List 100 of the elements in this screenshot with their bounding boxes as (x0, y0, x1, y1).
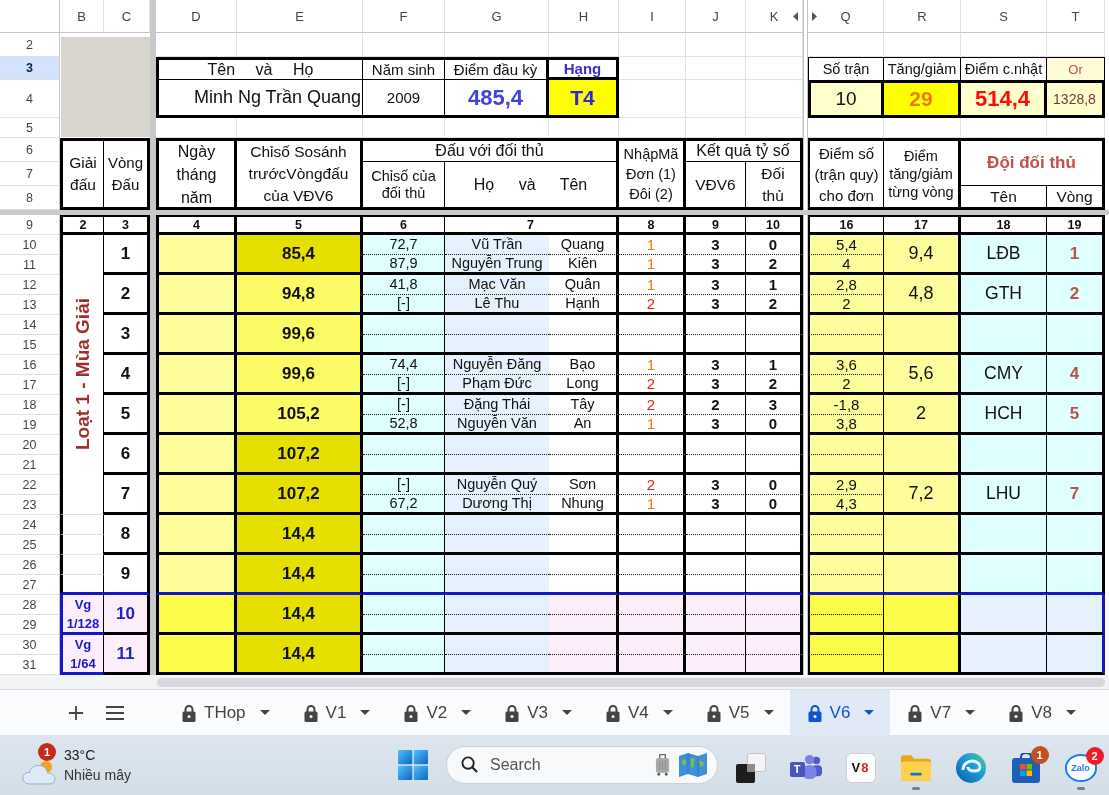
sheet-tab[interactable]: V8 (991, 690, 1092, 735)
row-header[interactable]: 5 (0, 118, 60, 138)
sheet-tab[interactable]: V7 (890, 690, 992, 735)
row-header[interactable]: 6 (0, 138, 60, 162)
column-header[interactable]: E (237, 0, 363, 33)
shopping-bag-icon[interactable] (1010, 753, 1041, 783)
row-header[interactable]: 2 (0, 33, 60, 57)
column-header[interactable]: H (549, 0, 619, 33)
row-header[interactable]: 12 (0, 275, 60, 295)
score-header: Kết quả tỷ số (686, 138, 803, 162)
row-header[interactable]: 28 (0, 595, 60, 615)
row-header[interactable]: 7 (0, 162, 60, 186)
swirl-icon[interactable] (955, 753, 986, 783)
folder-icon[interactable] (900, 753, 931, 783)
summary-value: 10 (808, 80, 884, 118)
sheet-tab[interactable]: V5 (688, 690, 790, 735)
caret-icon[interactable] (259, 710, 270, 715)
column-number-cell: 3 (104, 215, 150, 235)
row-header[interactable]: 23 (0, 495, 60, 515)
column-header[interactable]: D (156, 0, 237, 33)
column-header[interactable]: G (445, 0, 549, 33)
caret-icon[interactable] (864, 710, 875, 715)
row-header[interactable]: 29 (0, 615, 60, 635)
match-type-cell: 1 (619, 255, 686, 275)
left-arrow-icon[interactable] (793, 12, 798, 21)
sheet-tab[interactable]: THop (164, 690, 286, 735)
row-header[interactable]: 24 (0, 515, 60, 535)
row-header[interactable]: 10 (0, 235, 60, 255)
app-tile-icon[interactable]: V8 (845, 753, 876, 783)
caret-icon[interactable] (360, 710, 371, 715)
sheet-tab[interactable]: V1 (285, 690, 387, 735)
row-header[interactable]: 9 (0, 215, 60, 235)
column-number-cell: 2 (60, 215, 104, 235)
change-header: Điểm tăng/giảm từng vòng (884, 138, 961, 210)
row-header[interactable]: 27 (0, 575, 60, 595)
overlapping-squares-icon[interactable] (735, 753, 766, 783)
row-header[interactable]: 25 (0, 535, 60, 555)
caret-icon[interactable] (1065, 710, 1076, 715)
match-type-cell: 2 (619, 295, 686, 315)
row-header[interactable]: 15 (0, 335, 60, 355)
column-header[interactable]: C (104, 0, 150, 33)
opponent-index-cell: 72,7 (363, 235, 445, 255)
index-cell: 14,4 (237, 595, 363, 635)
row-header[interactable]: 30 (0, 635, 60, 655)
caret-icon[interactable] (763, 710, 774, 715)
row-header[interactable]: 21 (0, 455, 60, 475)
surname-cell: Lê Thu (445, 295, 549, 315)
column-header[interactable]: B (60, 0, 104, 33)
corner-cell[interactable] (0, 0, 60, 33)
caret-icon[interactable] (461, 710, 472, 715)
column-header[interactable]: F (363, 0, 445, 33)
column-number-cell: 16 (808, 215, 884, 235)
index-cell: 99,6 (237, 315, 363, 355)
right-arrow-icon[interactable] (812, 12, 817, 21)
column-header[interactable]: Q (808, 0, 884, 33)
column-header[interactable]: R (884, 0, 961, 33)
sheet-tab[interactable]: V2 (386, 690, 488, 735)
menu-icon[interactable] (106, 705, 124, 720)
row-header[interactable]: 13 (0, 295, 60, 315)
row-header[interactable]: 20 (0, 435, 60, 455)
summary-label: Số trận (808, 57, 884, 80)
surname-cell: Nguyễn Đăng (445, 355, 549, 375)
row-header[interactable]: 22 (0, 475, 60, 495)
caret-icon[interactable] (561, 710, 572, 715)
column-header[interactable]: K (746, 0, 803, 33)
row-header[interactable]: 4 (0, 80, 60, 118)
column-header[interactable]: J (686, 0, 746, 33)
caret-icon[interactable] (662, 710, 673, 715)
column-header[interactable]: S (961, 0, 1047, 33)
rank-label: Hạng (549, 57, 619, 80)
surname-cell: Phạm Đức (445, 375, 549, 395)
row-header[interactable]: 3 (0, 57, 60, 80)
sheet-tab[interactable]: V6 (789, 690, 891, 735)
opponent-score-cell: 0 (746, 495, 803, 515)
opponent-index-cell: 87,9 (363, 255, 445, 275)
row-header[interactable]: 14 (0, 315, 60, 335)
row-header[interactable]: 19 (0, 415, 60, 435)
row-header[interactable]: 31 (0, 655, 60, 675)
column-header[interactable]: T (1047, 0, 1105, 33)
column-header[interactable]: I (619, 0, 686, 33)
caret-icon[interactable] (965, 710, 976, 715)
suitcase-icon (655, 753, 670, 776)
team-round-header: Vòng (1047, 186, 1105, 210)
row-header[interactable]: 17 (0, 375, 60, 395)
row-header[interactable]: 26 (0, 555, 60, 575)
row-header[interactable]: 8 (0, 186, 60, 210)
add-sheet-icon[interactable] (69, 705, 83, 720)
row-header[interactable]: 11 (0, 255, 60, 275)
windows-logo-icon[interactable] (398, 750, 428, 780)
row-header[interactable]: 18 (0, 395, 60, 415)
search-field[interactable]: Search (446, 746, 718, 784)
player-score-cell: 3 (686, 295, 746, 315)
row-header[interactable]: 16 (0, 355, 60, 375)
sheet-tab[interactable]: V4 (587, 690, 689, 735)
weather-condition-text[interactable]: Nhiều mây (64, 765, 131, 785)
team-name-cell: LHU (961, 475, 1047, 515)
scrollbar-thumb[interactable] (157, 677, 1105, 687)
temperature-text[interactable]: 33°C (64, 745, 96, 765)
change-cell: 9,4 (884, 235, 961, 275)
sheet-tab[interactable]: V3 (487, 690, 588, 735)
